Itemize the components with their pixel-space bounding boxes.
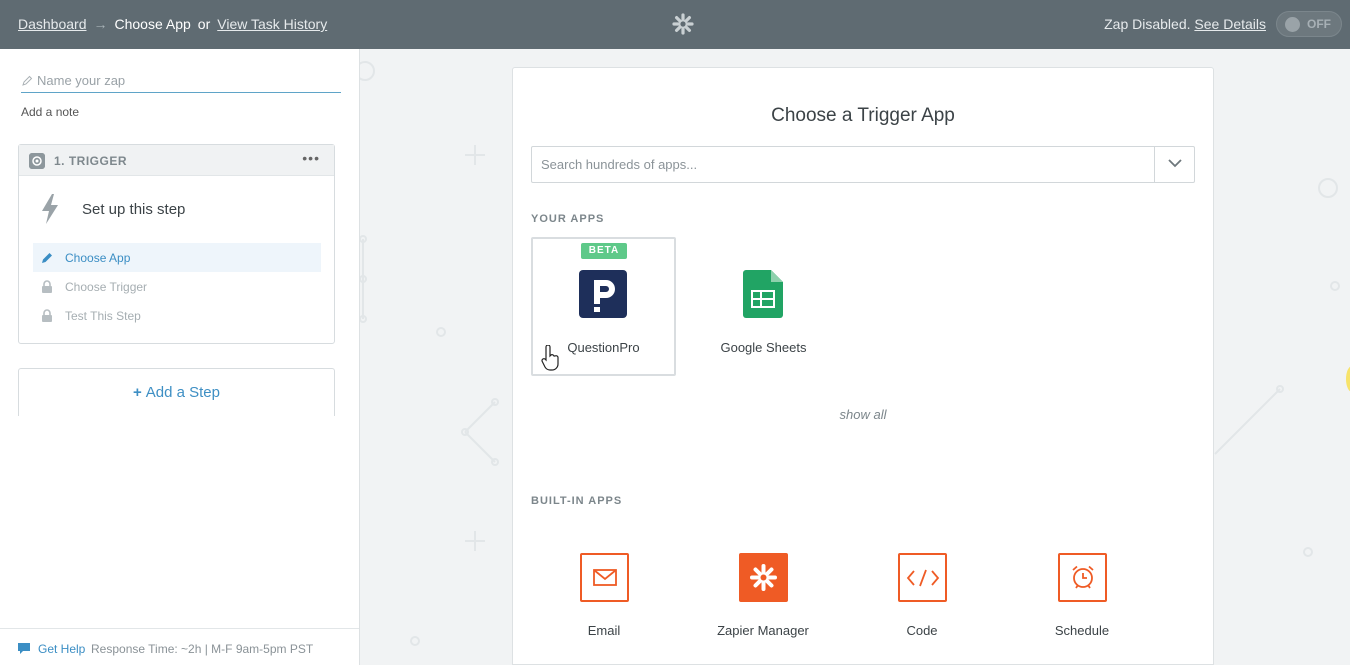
response-time-text: Response Time: ~2h | M-F 9am-5pm PST: [91, 642, 314, 656]
trigger-card: 1. TRIGGER ••• Set up this step Choose A…: [18, 144, 335, 344]
pencil-icon: [42, 253, 52, 263]
google-sheets-icon: [743, 270, 783, 318]
sidebar: Name your zap Add a note 1. TRIGGER ••• …: [0, 49, 360, 665]
zap-on-off-toggle[interactable]: OFF: [1276, 11, 1342, 37]
add-note-link[interactable]: Add a note: [21, 105, 79, 119]
zap-name-field[interactable]: Name your zap: [21, 73, 341, 93]
pencil-icon: [22, 75, 33, 86]
view-task-history-link[interactable]: View Task History: [217, 16, 327, 32]
builtin-app-name: Schedule: [1054, 623, 1110, 638]
plus-icon: +: [133, 384, 142, 401]
setup-step: Set up this step: [39, 193, 319, 225]
get-help-link[interactable]: Get Help: [38, 642, 85, 656]
add-step-label: Add a Step: [145, 384, 220, 401]
trigger-header: 1. TRIGGER •••: [19, 145, 334, 176]
trigger-icon: [29, 153, 45, 169]
lightning-bolt-icon: [42, 194, 58, 224]
builtin-app-code[interactable]: Code: [862, 553, 982, 653]
zap-name-placeholder: Name your zap: [37, 73, 126, 88]
your-apps-label: YOUR APPS: [531, 213, 605, 225]
search-input[interactable]: Search hundreds of apps...: [541, 157, 697, 172]
chat-bubble-icon: [18, 643, 30, 654]
breadcrumb-or: or: [197, 16, 211, 32]
builtin-app-email[interactable]: Email: [544, 553, 664, 653]
lock-icon: [42, 309, 52, 322]
schedule-icon: [1058, 553, 1107, 602]
breadcrumb-arrow: →: [93, 16, 108, 32]
toggle-label: OFF: [1307, 17, 1331, 31]
dashboard-link[interactable]: Dashboard: [18, 16, 87, 32]
breadcrumb: Dashboard → Choose App or View Task Hist…: [18, 16, 327, 32]
breadcrumb-current: Choose App: [114, 16, 191, 32]
questionpro-icon: [579, 270, 627, 318]
builtin-app-zapier-manager[interactable]: Zapier Manager: [703, 553, 823, 653]
trigger-menu-icon[interactable]: •••: [302, 150, 320, 166]
help-footer: Get Help Response Time: ~2h | M-F 9am-5p…: [0, 628, 359, 665]
chevron-down-icon: [1168, 159, 1182, 168]
beta-badge: BETA: [581, 243, 627, 259]
step-test[interactable]: Test This Step: [33, 301, 321, 330]
show-all-link[interactable]: show all: [513, 407, 1213, 422]
add-step-button[interactable]: + Add a Step: [18, 368, 335, 416]
builtin-app-schedule[interactable]: Schedule: [1022, 553, 1142, 653]
app-google-sheets[interactable]: Google Sheets: [691, 237, 836, 376]
zapier-manager-icon: [739, 553, 788, 602]
zapier-logo-icon[interactable]: [672, 13, 694, 35]
hand-cursor-icon: [541, 345, 559, 371]
code-icon: [898, 553, 947, 602]
trigger-title: 1. TRIGGER: [54, 154, 128, 168]
page-title: Choose a Trigger App: [771, 105, 955, 126]
see-details-link[interactable]: See Details: [1194, 16, 1266, 32]
step-label: Choose Trigger: [65, 280, 148, 294]
top-bar: Dashboard → Choose App or View Task Hist…: [0, 0, 1350, 49]
choose-app-panel: Choose a Trigger App Search hundreds of …: [512, 67, 1214, 665]
search-dropdown-button[interactable]: [1154, 147, 1194, 182]
step-label: Test This Step: [65, 309, 141, 323]
builtin-app-name: Zapier Manager: [717, 623, 809, 638]
built-in-apps-label: BUILT-IN APPS: [531, 495, 623, 507]
step-label: Choose App: [65, 251, 131, 265]
app-name: Google Sheets: [720, 340, 807, 355]
email-icon: [580, 553, 629, 602]
step-choose-trigger[interactable]: Choose Trigger: [33, 272, 321, 301]
setup-step-text: Set up this step: [82, 201, 186, 218]
app-search: Search hundreds of apps...: [531, 146, 1195, 183]
lock-icon: [42, 280, 52, 293]
builtin-app-name: Email: [587, 623, 621, 638]
step-choose-app[interactable]: Choose App: [33, 243, 321, 272]
toggle-knob: [1285, 17, 1300, 32]
builtin-app-name: Code: [906, 623, 938, 638]
zap-status: Zap Disabled. See Details: [1104, 16, 1266, 32]
step-list: Choose App Choose Trigger Test This Step: [33, 243, 321, 330]
zap-status-text: Zap Disabled.: [1104, 16, 1191, 32]
